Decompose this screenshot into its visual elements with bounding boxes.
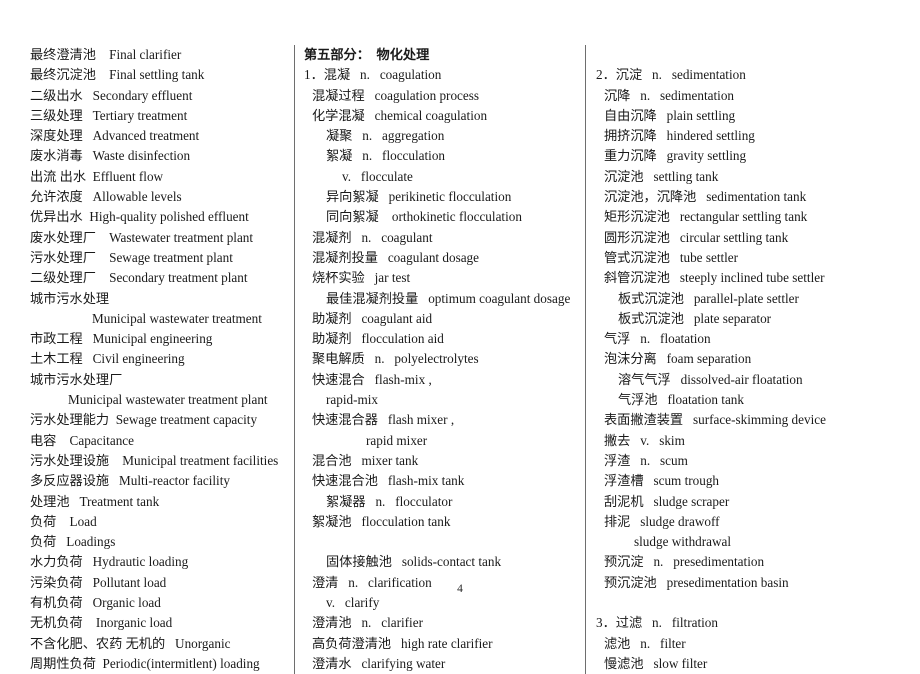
glossary-entry: 气浮 n. floatation [604, 331, 711, 347]
glossary-entry: sludge withdrawal [634, 534, 732, 550]
glossary-entry: Municipal wastewater treatment [92, 310, 262, 326]
glossary-entry: 刮泥机 sludge scraper [604, 493, 730, 509]
glossary-entry: 混合池 mixer tank [312, 452, 419, 468]
glossary-column-2: 第五部分： 物化处理 1．混凝 n. coagulation 混凝过程 coagul… [294, 45, 585, 674]
glossary-entry: 负荷 Load [30, 513, 97, 529]
glossary-entry: 板式沉淀池 parallel-plate settler [618, 290, 799, 306]
glossary-entry: 污水处理厂 Sewage treatment plant [30, 249, 233, 265]
glossary-entry: 澄清水 clarifying water [312, 655, 446, 671]
glossary-entry: 矩形沉淀池 rectangular settling tank [604, 209, 808, 225]
glossary-entry: 絮凝池 flocculation tank [312, 513, 451, 529]
glossary-entry: 多反应器设施 Multi-reactor facility [30, 473, 230, 489]
glossary-entry: 拥挤沉降 hindered settling [604, 128, 755, 144]
glossary-spacer [596, 593, 916, 613]
glossary-entry: 城市污水处理厂 [30, 371, 123, 387]
glossary-entry: 气浮池 floatation tank [618, 392, 744, 408]
glossary-entry: 表面撇渣装置 surface-skimming device [604, 412, 826, 428]
glossary-entry: 助凝剂 flocculation aid [312, 331, 444, 347]
glossary-entry: 慢滤池 slow filter [604, 655, 708, 671]
glossary-entry: 助凝剂 coagulant aid [312, 310, 433, 326]
glossary-entry: v. flocculate [342, 168, 413, 184]
glossary-entry: 沉淀池 settling tank [604, 168, 719, 184]
glossary-entry: 烧杯实验 jar test [312, 270, 411, 286]
glossary-entry: 预沉淀 n. presedimentation [604, 554, 765, 570]
glossary-entry: 自由沉降 plain settling [604, 107, 736, 123]
glossary-entry: 混凝剂 n. coagulant [312, 229, 433, 245]
glossary-entry: rapid mixer [366, 432, 428, 448]
glossary-entry: 同向絮凝 orthokinetic flocculation [326, 209, 522, 225]
glossary-entry: 异向絮凝 perikinetic flocculation [326, 189, 512, 205]
glossary-entry: 处理池 Treatment tank [30, 493, 160, 509]
glossary-entry: 深度处理 Advanced treatment [30, 128, 200, 144]
glossary-entry: 出流 出水 Effluent flow [30, 168, 164, 184]
glossary-entry: 2．沉淀 n. sedimentation [596, 67, 746, 83]
glossary-entry: 澄清池 n. clarifier [312, 615, 423, 631]
glossary-entry: 混凝剂投量 coagulant dosage [312, 249, 480, 265]
glossary-entry: 化学混凝 chemical coagulation [312, 107, 488, 123]
glossary-entry: 板式沉淀池 plate separator [618, 310, 772, 326]
glossary-entry: 斜管沉淀池 steeply inclined tube settler [604, 270, 825, 286]
glossary-entry: 重力沉降 gravity settling [604, 148, 747, 164]
glossary-entry: 二级处理厂 Secondary treatment plant [30, 270, 248, 286]
glossary-entry: 周期性负荷 Periodic(intermitlent) loading [30, 655, 260, 671]
glossary-entry: 市政工程 Municipal engineering [30, 331, 213, 347]
glossary-entry: 排泥 sludge drawoff [604, 513, 720, 529]
glossary-entry: 水力负荷 Hydrautic loading [30, 554, 189, 570]
glossary-columns: 最终澄清池 Final clarifier 最终沉淀池 Final settlin… [0, 45, 920, 674]
glossary-entry: 快速混合池 flash-mix tank [312, 473, 465, 489]
glossary-entry: 废水消毒 Waste disinfection [30, 148, 191, 164]
glossary-entry: 优异出水 High-quality polished effluent [30, 209, 249, 225]
glossary-entry: 沉淀池，沉降池 sedimentation tank [604, 189, 807, 205]
glossary-entry: 快速混合 flash-mix , [312, 371, 432, 387]
glossary-spacer [304, 532, 581, 552]
glossary-entry: 管式沉淀池 tube settler [604, 249, 739, 265]
glossary-entry: 第五部分： 物化处理 [304, 47, 430, 62]
glossary-entry: 允许浓度 Allowable levels [30, 189, 182, 205]
glossary-entry: 城市污水处理 [30, 290, 110, 306]
glossary-entry: 溶气气浮 dissolved-air floatation [618, 371, 803, 387]
glossary-entry: 固体接触池 solids-contact tank [326, 554, 502, 570]
glossary-entry: 有机负荷 Organic load [30, 595, 161, 611]
glossary-spacer [596, 45, 916, 65]
glossary-entry: 沉降 n. sedimentation [604, 87, 735, 103]
glossary-entry: 浮渣槽 scum trough [604, 473, 720, 489]
page-number: 4 [457, 583, 463, 595]
glossary-entry: 浮渣 n. scum [604, 452, 688, 468]
glossary-entry: 泡沫分离 foam separation [604, 351, 752, 367]
glossary-entry: 最终沉淀池 Final settling tank [30, 67, 205, 83]
glossary-entry: 电容 Capacitance [30, 432, 134, 448]
glossary-entry: 最终澄清池 Final clarifier [30, 47, 182, 62]
glossary-entry: 土木工程 Civil engineering [30, 351, 185, 367]
glossary-entry: Municipal wastewater treatment plant [68, 392, 268, 408]
glossary-entry: 凝聚 n. aggregation [326, 128, 445, 144]
glossary-entry: rapid-mix [326, 392, 379, 408]
glossary-entry: 1．混凝 n. coagulation [304, 67, 442, 83]
glossary-entry: 二级出水 Secondary effluent [30, 87, 193, 103]
glossary-entry: 无机负荷 Inorganic load [30, 615, 173, 631]
glossary-entry: 三级处理 Tertiary treatment [30, 107, 188, 123]
glossary-entry: 絮凝 n. flocculation [326, 148, 446, 164]
glossary-entry: 撇去 v. skim [604, 432, 685, 448]
glossary-entry: 聚电解质 n. polyelectrolytes [312, 351, 479, 367]
glossary-column-1: 最终澄清池 Final clarifier 最终沉淀池 Final settlin… [0, 45, 294, 674]
glossary-entry: 废水处理厂 Wastewater treatment plant [30, 229, 254, 245]
glossary-entry: 污水处理能力 Sewage treatment capacity [30, 412, 258, 428]
glossary-entry: v. clarify [326, 595, 380, 611]
glossary-entry: 污水处理设施 Municipal treatment facilities [30, 452, 279, 468]
glossary-entry: 最佳混凝剂投量 optimum coagulant dosage [326, 290, 571, 306]
glossary-entry: 絮凝器 n. flocculator [326, 493, 453, 509]
glossary-column-3: 2．沉淀 n. sedimentation 沉降 n. sedimentation… [585, 45, 920, 674]
glossary-entry: 3．过滤 n. filtration [596, 615, 718, 631]
glossary-entry: 圆形沉淀池 circular settling tank [604, 229, 789, 245]
glossary-entry: 混凝过程 coagulation process [312, 87, 480, 103]
glossary-entry: 负荷 Loadings [30, 534, 116, 550]
glossary-entry: 快速混合器 flash mixer , [312, 412, 455, 428]
document-page: 最终澄清池 Final clarifier 最终沉淀池 Final settlin… [0, 0, 920, 674]
